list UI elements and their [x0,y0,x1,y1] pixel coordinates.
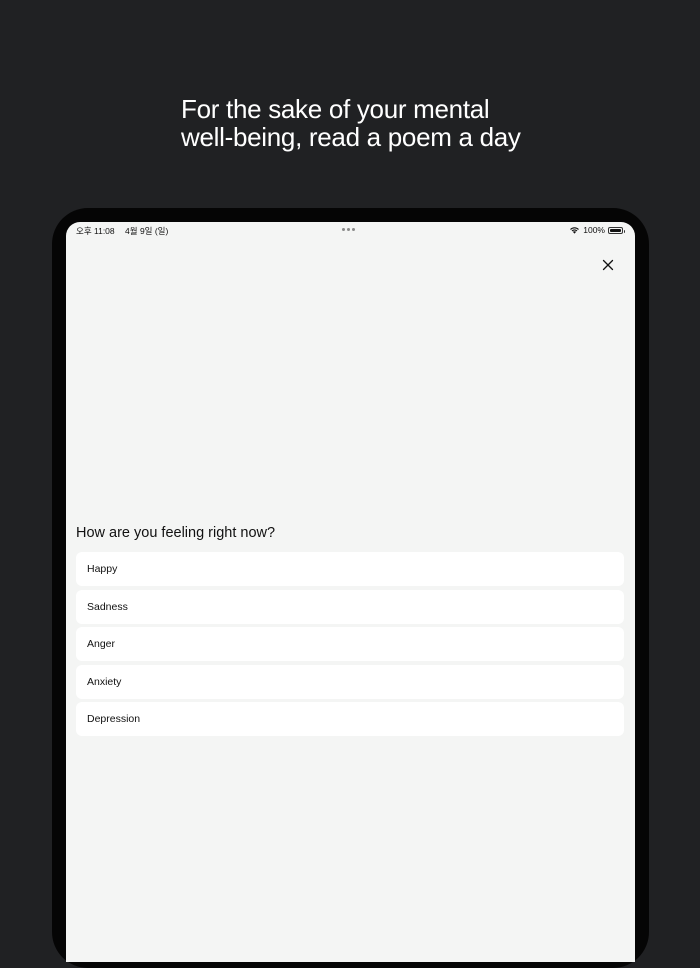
more-dots-icon[interactable] [342,228,355,231]
battery-percent: 100% [583,225,605,235]
status-bar: 오후 11:08 4월 9일 (일) 100% [66,222,635,240]
option-anxiety[interactable]: Anxiety [76,664,624,699]
status-indicators: 100% [569,225,625,235]
wifi-icon [570,227,580,234]
device-screen: 오후 11:08 4월 9일 (일) 100% How are you feel… [66,222,635,962]
battery-icon [608,226,625,234]
feeling-question: How are you feeling right now? [76,525,276,541]
status-time-date: 오후 11:08 4월 9일 (일) [76,225,176,237]
close-button[interactable] [598,255,618,275]
headline-line-2: well-being, read a poem a day [181,122,521,152]
status-date: 4월 9일 (일) [125,226,169,236]
marketing-headline: For the sake of your mental well-being, … [181,95,661,151]
feeling-options-list: Happy Sadness Anger Anxiety Depression [76,552,624,740]
headline-line-1: For the sake of your mental [181,94,490,124]
option-sadness[interactable]: Sadness [76,589,624,624]
close-icon [602,259,614,271]
option-anger[interactable]: Anger [76,627,624,662]
status-time: 오후 11:08 [76,226,115,236]
option-happy[interactable]: Happy [76,552,624,586]
option-depression[interactable]: Depression [76,702,624,737]
